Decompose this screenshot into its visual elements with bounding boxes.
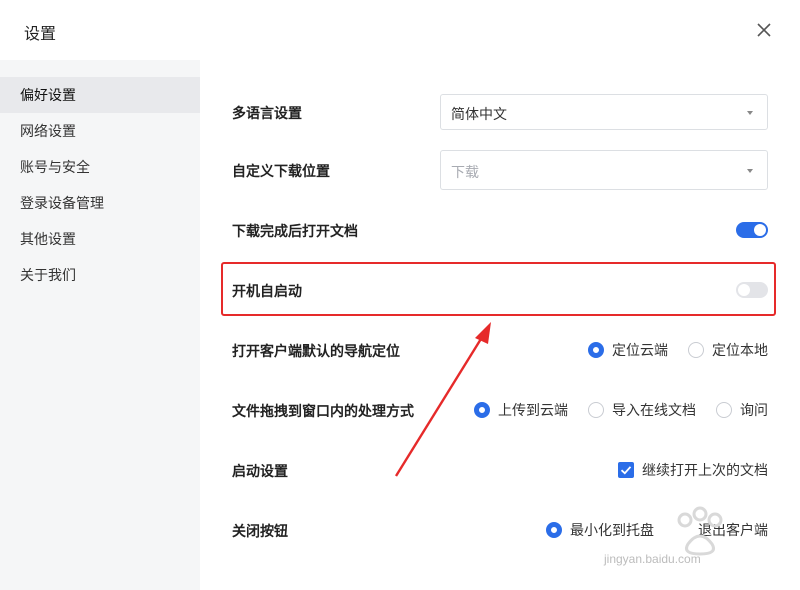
chevron-down-icon — [747, 111, 753, 115]
startup-label: 启动设置 — [232, 463, 288, 479]
auto-start-toggle[interactable] — [736, 282, 768, 298]
radio-dot — [546, 522, 562, 538]
radio-label: 定位云端 — [612, 342, 668, 358]
checkbox-box — [618, 462, 634, 478]
window-title: 设置 — [24, 26, 57, 43]
chevron-down-icon — [747, 169, 753, 173]
sidebar-item-preferences[interactable]: 偏好设置 — [0, 77, 200, 113]
sidebar-item-account-security[interactable]: 账号与安全 — [0, 149, 200, 185]
download-location-label: 自定义下载位置 — [232, 163, 330, 179]
radio-dot — [588, 342, 604, 358]
title-bar: 设置 — [0, 0, 800, 60]
radio-dot — [688, 342, 704, 358]
sidebar-item-device-management[interactable]: 登录设备管理 — [0, 185, 200, 221]
checkbox-label: 继续打开上次的文档 — [642, 462, 768, 478]
radio-label: 询问 — [740, 402, 768, 418]
language-label: 多语言设置 — [232, 105, 302, 121]
toggle-knob — [738, 284, 750, 296]
open-after-download-label: 下载完成后打开文档 — [232, 223, 358, 239]
settings-sidebar: 偏好设置 网络设置 账号与安全 登录设备管理 其他设置 关于我们 — [0, 60, 200, 590]
drag-behavior-label: 文件拖拽到窗口内的处理方式 — [232, 403, 414, 419]
sidebar-item-about[interactable]: 关于我们 — [0, 257, 200, 293]
close-icon[interactable] — [752, 18, 776, 42]
settings-content: 多语言设置 简体中文 自定义下载位置 下载 下载完成后打开文档 开机自启动 打开… — [200, 60, 800, 590]
sidebar-item-other[interactable]: 其他设置 — [0, 221, 200, 257]
download-location-placeholder: 下载 — [451, 164, 479, 180]
radio-label: 退出客户端 — [698, 522, 768, 538]
radio-label: 最小化到托盘 — [570, 522, 654, 538]
radio-dot — [588, 402, 604, 418]
close-button-label: 关闭按钮 — [232, 523, 288, 539]
check-icon — [620, 466, 632, 475]
sidebar-item-network[interactable]: 网络设置 — [0, 113, 200, 149]
auto-start-label: 开机自启动 — [232, 283, 302, 299]
download-location-select[interactable]: 下载 — [440, 150, 768, 190]
radio-label: 导入在线文档 — [612, 402, 696, 418]
default-nav-label: 打开客户端默认的导航定位 — [232, 343, 400, 359]
radio-dot — [716, 402, 732, 418]
watermark-text: jingyan.baidu.com — [604, 552, 701, 566]
radio-dot — [474, 402, 490, 418]
radio-label: 上传到云端 — [498, 402, 568, 418]
language-select[interactable]: 简体中文 — [440, 94, 768, 130]
radio-label: 定位本地 — [712, 342, 768, 358]
open-after-download-toggle[interactable] — [736, 222, 768, 238]
language-value: 简体中文 — [451, 106, 507, 122]
toggle-knob — [754, 224, 766, 236]
